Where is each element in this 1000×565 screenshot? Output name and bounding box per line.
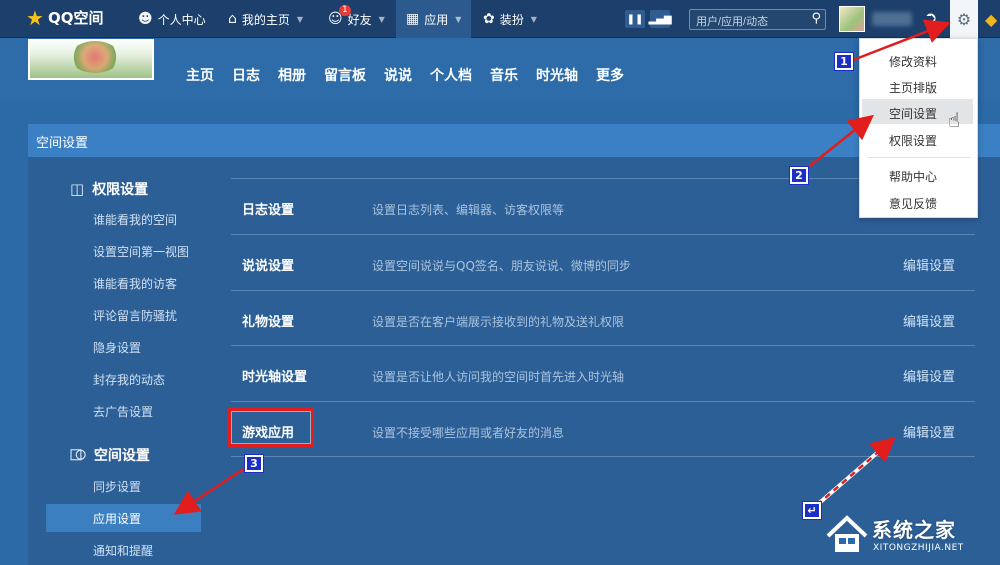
menu-item-timeline[interactable]: 时光轴: [536, 65, 578, 85]
logo-text: QQ空间: [47, 9, 104, 27]
nav-label: 个人中心: [157, 12, 206, 27]
friend-badge: 1: [339, 5, 351, 16]
dropdown-item-edit-profile[interactable]: 修改资料: [862, 47, 973, 72]
nav-label: 应用: [424, 12, 449, 27]
settings-row-gift: 礼物设置 设置是否在客户端展示接收到的礼物及送礼权限 编辑设置: [231, 290, 975, 346]
row-desc: 设置是否让他人访问我的空间时首先进入时光轴: [372, 370, 625, 384]
step-marker-enter-icon: ↵: [802, 501, 822, 520]
step-marker-1: 1: [834, 52, 854, 71]
qzone-logo[interactable]: ★ QQ空间: [26, 7, 103, 28]
row-desc: 设置是否在客户端展示接收到的礼物及送礼权限: [372, 315, 625, 329]
menu-item-home[interactable]: 主页: [186, 65, 214, 85]
star-logo-icon: ★: [26, 5, 44, 30]
row-name: 礼物设置: [242, 315, 295, 330]
sidebar-group-title: 空间设置: [93, 448, 150, 464]
chevron-down-icon: ▼: [530, 14, 537, 24]
menu-item-more[interactable]: 更多: [596, 65, 624, 85]
row-name: 日志设置: [242, 203, 295, 218]
nav-label: 我的主页: [241, 12, 290, 27]
menu-item-shuoshuo[interactable]: 说说: [384, 65, 412, 85]
watermark-subtitle: XITONGZHIJIA.NET: [873, 543, 964, 553]
lock-icon: ◫: [70, 180, 85, 198]
search-box: ⚲: [689, 9, 826, 32]
dropdown-item-help[interactable]: 帮助中心: [862, 162, 973, 187]
sidebar-group-permission: ◫ 权限设置: [70, 179, 148, 199]
watermark-logo-icon: [826, 515, 868, 552]
settings-row-timeline: 时光轴设置 设置是否让他人访问我的空间时首先进入时光轴 编辑设置: [231, 345, 975, 401]
chevron-down-icon: ▼: [455, 14, 462, 24]
signal-bars-icon[interactable]: ▂▄▆: [648, 10, 672, 28]
sidebar-item[interactable]: 评论留言防骚扰: [93, 307, 177, 324]
chevron-down-icon: ▼: [296, 14, 304, 24]
search-input[interactable]: [690, 12, 800, 32]
top-navbar: ★ QQ空间 ☻ 个人中心 ⌂ 我的主页 ▼ ☺ 1 好友 ▼ ▦ 应用 ▼ ✿…: [0, 0, 1000, 38]
row-name: 时光轴设置: [242, 370, 308, 385]
chevron-down-icon: ▼: [378, 14, 385, 24]
nav-label: 好友: [347, 12, 372, 27]
nav-personal-center[interactable]: ☻ 个人中心: [138, 0, 206, 38]
sidebar-group-space: ⎄ 空间设置: [70, 445, 150, 465]
row-desc: 设置日志列表、编辑器、访客权限等: [372, 203, 565, 217]
menu-item-music[interactable]: 音乐: [490, 65, 518, 85]
sidebar-item-sync[interactable]: 同步设置: [93, 478, 141, 495]
diamond-icon[interactable]: ◆: [985, 10, 997, 29]
home-icon: ⌂: [228, 11, 237, 27]
sidebar-item[interactable]: 谁能看我的空间: [93, 211, 177, 228]
sidebar-item[interactable]: 设置空间第一视图: [93, 243, 189, 260]
nav-decoration[interactable]: ✿ 装扮 ▼: [483, 0, 537, 38]
menu-item-blog[interactable]: 日志: [232, 65, 260, 85]
dropdown-item-feedback[interactable]: 意见反馈: [862, 189, 973, 214]
sidebar-item-app-settings[interactable]: 应用设置: [46, 504, 201, 532]
watermark: 系统之家 XITONGZHIJIA.NET: [826, 508, 996, 560]
highlight-box: [228, 408, 314, 447]
settings-row-shuoshuo: 说说设置 设置空间说说与QQ签名、朋友说说、微博的同步 编辑设置: [231, 234, 975, 290]
row-desc: 设置空间说说与QQ签名、朋友说说、微博的同步: [372, 259, 631, 273]
profile-menu: 主页 日志 相册 留言板 说说 个人档 音乐 时光轴 更多: [186, 65, 642, 85]
step-marker-2: 2: [789, 166, 809, 185]
user-icon: ☻: [138, 11, 153, 27]
nav-my-home[interactable]: ⌂ 我的主页 ▼: [228, 0, 303, 38]
edit-settings-link[interactable]: 编辑设置: [903, 422, 955, 441]
dropdown-divider: [868, 157, 971, 158]
sidebar-item-notifications[interactable]: 通知和提醒: [93, 542, 153, 559]
shirt-icon: ✿: [483, 11, 495, 27]
nav-apps[interactable]: ▦ 应用 ▼: [396, 0, 472, 38]
sidebar-item[interactable]: 谁能看我的访客: [93, 275, 177, 292]
settings-row-game-apps: 游戏应用 设置不接受哪些应用或者好友的消息 编辑设置: [231, 401, 975, 457]
gear-icon[interactable]: ⚙: [950, 0, 978, 38]
cover-image: [28, 39, 154, 80]
avatar[interactable]: [839, 6, 865, 32]
menu-item-album[interactable]: 相册: [278, 65, 306, 85]
edit-settings-link[interactable]: 编辑设置: [903, 311, 955, 330]
dropdown-item-layout[interactable]: 主页排版: [862, 73, 973, 98]
sidebar-item[interactable]: 隐身设置: [93, 339, 141, 356]
nav-label: 装扮: [499, 12, 524, 27]
logout-icon[interactable]: ➲: [924, 8, 937, 27]
pause-icon[interactable]: ❚❚: [625, 10, 645, 28]
pointer-hand-icon: ☝: [948, 108, 961, 132]
edit-settings-link[interactable]: 编辑设置: [903, 255, 955, 274]
row-name: 说说设置: [242, 259, 295, 274]
step-marker-3: 3: [244, 454, 264, 473]
sidebar-group-title: 权限设置: [92, 182, 149, 198]
nav-friends[interactable]: ☺ 1 好友 ▼: [328, 0, 385, 38]
puzzle-icon: ⎄: [70, 446, 86, 464]
row-desc: 设置不接受哪些应用或者好友的消息: [372, 426, 565, 440]
blurred-username[interactable]: [872, 12, 912, 26]
sidebar-item[interactable]: 去广告设置: [93, 403, 153, 420]
watermark-title: 系统之家: [872, 518, 956, 542]
menu-item-profile[interactable]: 个人档: [430, 65, 472, 85]
sidebar-item[interactable]: 封存我的动态: [93, 371, 165, 388]
edit-settings-link[interactable]: 编辑设置: [903, 366, 955, 385]
card-title: 空间设置: [28, 124, 1000, 157]
grid-icon: ▦: [406, 11, 420, 27]
search-icon[interactable]: ⚲: [811, 11, 821, 26]
menu-item-guestbook[interactable]: 留言板: [324, 65, 366, 85]
